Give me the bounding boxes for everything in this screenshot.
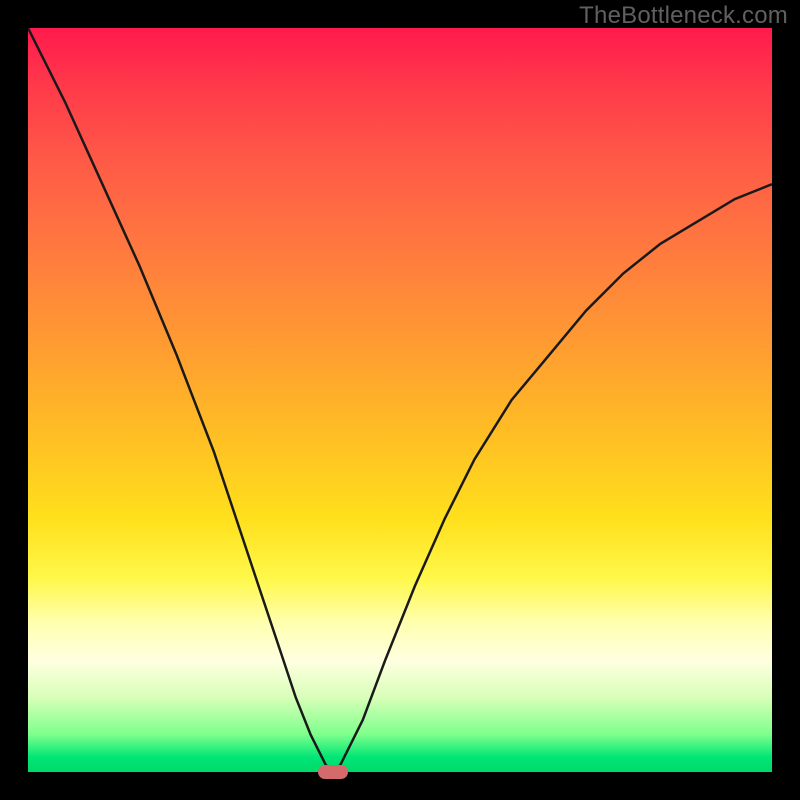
watermark-text: TheBottleneck.com: [579, 2, 788, 30]
minimum-marker: [318, 765, 348, 779]
bottleneck-curve-svg: [28, 28, 772, 772]
chart-frame: TheBottleneck.com: [0, 0, 800, 800]
bottleneck-curve-path: [28, 28, 772, 772]
